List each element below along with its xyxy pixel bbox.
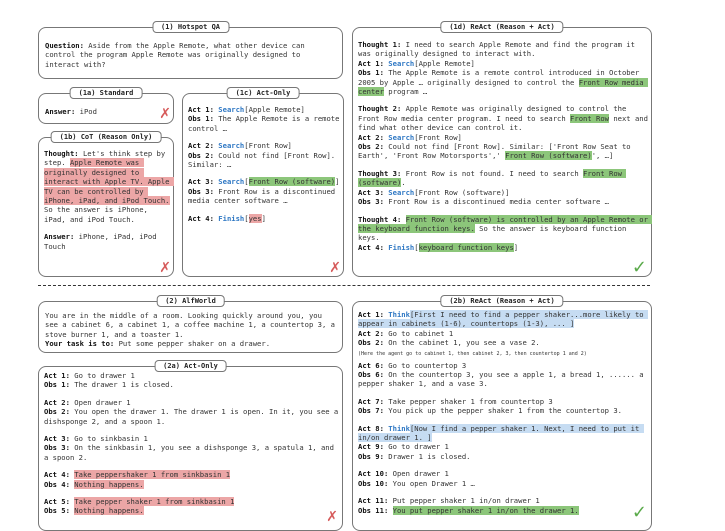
act-only-box: (1c) Act-Only Act 1: Search[Apple Remote… — [182, 87, 344, 277]
react-hotpot-trajectory: Thought 1: I need to search Apple Remote… — [358, 40, 653, 252]
cot-text: Thought: Let's think step by step. Apple… — [44, 149, 174, 251]
alf-act-only-box: (2a) Act-Only Act 1: Go to drawer 1 Obs … — [38, 360, 343, 531]
act-only-title: (1c) Act-Only — [226, 87, 300, 99]
question-text: Question: Aside from the Apple Remote, w… — [45, 41, 309, 69]
cross-mark-icon: ✗ — [159, 260, 171, 276]
alf-react-box: (2b) ReAct (Reason + Act) Act 1: Think[F… — [352, 295, 652, 531]
alf-act-only-trajectory: Act 1: Go to drawer 1 Obs 1: The drawer … — [44, 371, 343, 516]
alf-react-title: (2b) ReAct (Reason + Act) — [440, 295, 564, 307]
cot-box: (1b) CoT (Reason Only) Thought: Let's th… — [38, 131, 174, 277]
hotpot-title: (1) Hotspot QA — [151, 21, 230, 33]
section-divider — [38, 285, 650, 286]
react-hotpot-title: (1d) ReAct (Reason + Act) — [440, 21, 564, 33]
react-hotpot-box: (1d) ReAct (Reason + Act) Thought 1: I n… — [352, 21, 653, 278]
alf-react-trajectory: Act 1: Think[First I need to find a pepp… — [358, 310, 648, 515]
alfworld-title: (2) AlfWorld — [156, 295, 225, 307]
cot-title: (1b) CoT (Reason Only) — [50, 131, 162, 143]
alfworld-box: (2) AlfWorld You are in the middle of a … — [38, 295, 343, 353]
alfworld-intro: You are in the middle of a room. Looking… — [45, 311, 340, 349]
cross-mark-icon: ✗ — [159, 106, 171, 122]
act-only-trajectory: Act 1: Search[Apple Remote] Obs 1: The A… — [188, 105, 344, 223]
cross-mark-icon: ✗ — [326, 509, 338, 525]
standard-box: (1a) Standard Answer: iPod ✗ — [38, 87, 174, 124]
check-mark-icon: ✓ — [631, 257, 647, 278]
standard-answer: Answer: iPod — [45, 107, 97, 116]
hotpot-question-box: (1) Hotspot QA Question: Aside from the … — [38, 21, 343, 79]
standard-title: (1a) Standard — [69, 87, 143, 99]
cross-mark-icon: ✗ — [329, 260, 341, 276]
